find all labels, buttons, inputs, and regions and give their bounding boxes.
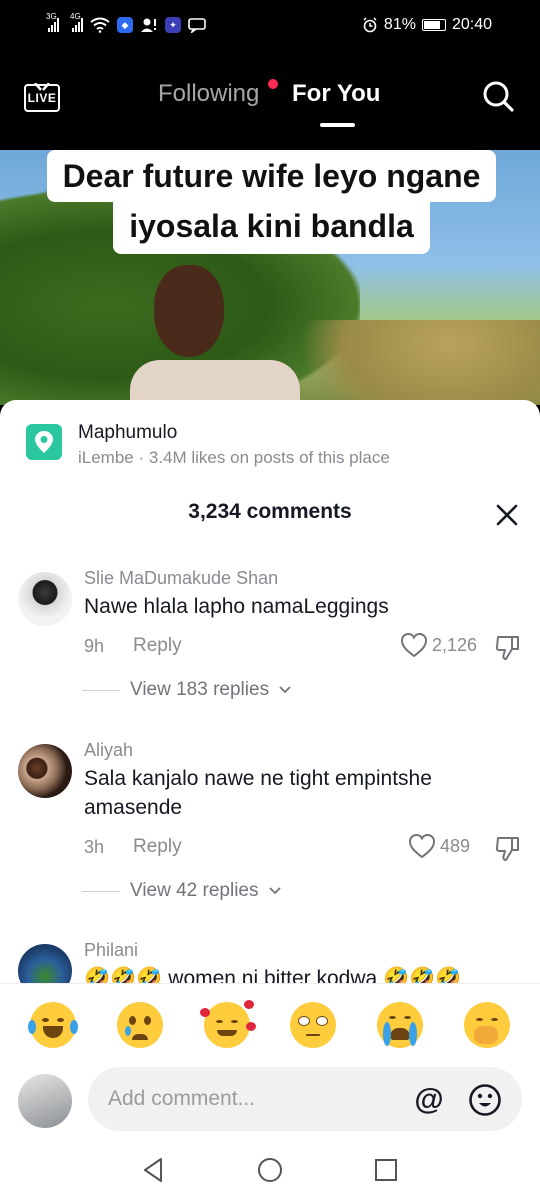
security-icon: ◆ xyxy=(117,17,133,33)
close-icon[interactable] xyxy=(496,504,518,526)
app-icon: ✦ xyxy=(165,17,181,33)
comment-item: Slie MaDumakude Shan Nawe hlala lapho na… xyxy=(0,568,540,718)
view-replies-label: View 42 replies xyxy=(130,880,259,901)
view-replies-button[interactable]: View 183 replies xyxy=(82,679,291,701)
status-right: 81% 20:40 xyxy=(362,16,492,34)
comment-username[interactable]: Philani xyxy=(84,940,138,961)
live-label: LIVE xyxy=(24,84,60,112)
video-background xyxy=(300,320,540,405)
place-anchor[interactable]: Maphumulo iLembe · 3.4M likes on posts o… xyxy=(26,422,526,472)
caption-line: iyosala kini bandla xyxy=(113,202,430,254)
comment-input-container[interactable]: @ xyxy=(88,1067,522,1131)
emoji-glyph: 😢 xyxy=(117,1002,163,1048)
signal-label: 4G xyxy=(70,12,81,21)
caption-line: Dear future wife leyo ngane xyxy=(46,150,497,202)
chevron-down-icon xyxy=(279,686,291,694)
signal-label: 3G xyxy=(46,12,57,21)
wifi-icon xyxy=(90,17,110,33)
emoji-button[interactable]: 🙄 xyxy=(290,1002,337,1048)
tab-following[interactable]: Following xyxy=(158,80,259,108)
status-bar: 3G 4G ◆ ✦ 81% 20:40 xyxy=(0,0,540,50)
view-replies-label: View 183 replies xyxy=(130,679,270,700)
signal-icon: 4G xyxy=(70,12,83,32)
chevron-down-icon xyxy=(268,887,281,895)
battery-percent: 81% xyxy=(383,16,416,33)
comments-count: 3,234 comments xyxy=(188,500,352,523)
back-nav-icon[interactable] xyxy=(140,1156,168,1184)
comment-username[interactable]: Aliyah xyxy=(84,740,133,761)
dislike-icon[interactable] xyxy=(494,835,522,863)
comment-time: 3h xyxy=(84,837,105,857)
alarm-icon xyxy=(363,17,377,33)
comment-time: 9h xyxy=(84,636,105,656)
heart-icon xyxy=(400,632,428,658)
top-navigation: LIVE Following For You xyxy=(0,50,540,150)
emoji-glyph: 🥰 xyxy=(204,1002,250,1048)
chat-icon xyxy=(188,18,206,33)
mention-icon[interactable]: @ xyxy=(412,1083,446,1117)
view-replies-button[interactable]: View 42 replies xyxy=(82,880,281,902)
search-icon[interactable] xyxy=(482,80,514,112)
dislike-icon[interactable] xyxy=(494,634,522,662)
quick-emoji-bar: 😂 😢 🥰 🙄 😭 🤭 xyxy=(28,1000,510,1048)
location-pin-icon xyxy=(26,424,62,460)
my-avatar[interactable] xyxy=(18,1074,72,1128)
emoji-button[interactable]: 😂 xyxy=(28,1002,78,1048)
comment-composer: 😂 😢 🥰 🙄 😭 🤭 xyxy=(0,983,540,1200)
active-tab-indicator xyxy=(320,123,355,127)
avatar[interactable] xyxy=(18,572,72,626)
like-button[interactable]: 489 xyxy=(408,833,470,859)
emoji-glyph: 🙄 xyxy=(290,1002,336,1048)
emoji-button[interactable]: 🤭 xyxy=(463,1002,510,1048)
recents-nav-icon[interactable] xyxy=(372,1156,400,1184)
user-alert-icon xyxy=(141,18,156,32)
signal-icon: 3G xyxy=(46,12,59,32)
reply-button[interactable]: Reply xyxy=(133,635,182,657)
comment-item: Aliyah Sala kanjalo nawe ne tight empint… xyxy=(0,740,540,920)
place-name: Maphumulo xyxy=(78,422,178,443)
comment-text: Sala kanjalo nawe ne tight empintshe ama… xyxy=(84,767,432,819)
like-count: 2,126 xyxy=(432,634,478,655)
like-button[interactable]: 2,126 xyxy=(400,632,477,658)
notification-dot xyxy=(268,79,278,89)
emoji-picker-icon[interactable] xyxy=(468,1083,502,1117)
tab-for-you[interactable]: For You xyxy=(292,80,380,108)
video-caption: Dear future wife leyo ngane iyosala kini… xyxy=(18,150,525,254)
comment-text: Nawe hlala lapho namaLeggings xyxy=(84,595,389,618)
avatar[interactable] xyxy=(18,744,72,798)
emoji-button[interactable]: 😭 xyxy=(377,1002,424,1048)
divider xyxy=(82,689,120,691)
status-left: 3G 4G ◆ ✦ xyxy=(46,12,206,33)
emoji-button[interactable]: 🥰 xyxy=(199,1000,256,1048)
like-count: 489 xyxy=(440,835,471,856)
emoji-button[interactable]: 😢 xyxy=(116,1002,163,1048)
place-subtitle: iLembe · 3.4M likes on posts of this pla… xyxy=(78,448,390,467)
comment-input[interactable] xyxy=(108,1067,408,1131)
comment-username[interactable]: Slie MaDumakude Shan xyxy=(84,568,278,589)
live-button[interactable]: LIVE xyxy=(24,78,60,114)
clock: 20:40 xyxy=(451,16,492,33)
video-person xyxy=(130,265,300,405)
video-player[interactable]: Dear future wife leyo ngane iyosala kini… xyxy=(0,150,540,405)
home-nav-icon[interactable] xyxy=(256,1156,284,1184)
reply-button[interactable]: Reply xyxy=(133,836,182,858)
battery-icon xyxy=(421,19,446,31)
divider xyxy=(82,890,120,892)
heart-icon xyxy=(408,833,436,859)
